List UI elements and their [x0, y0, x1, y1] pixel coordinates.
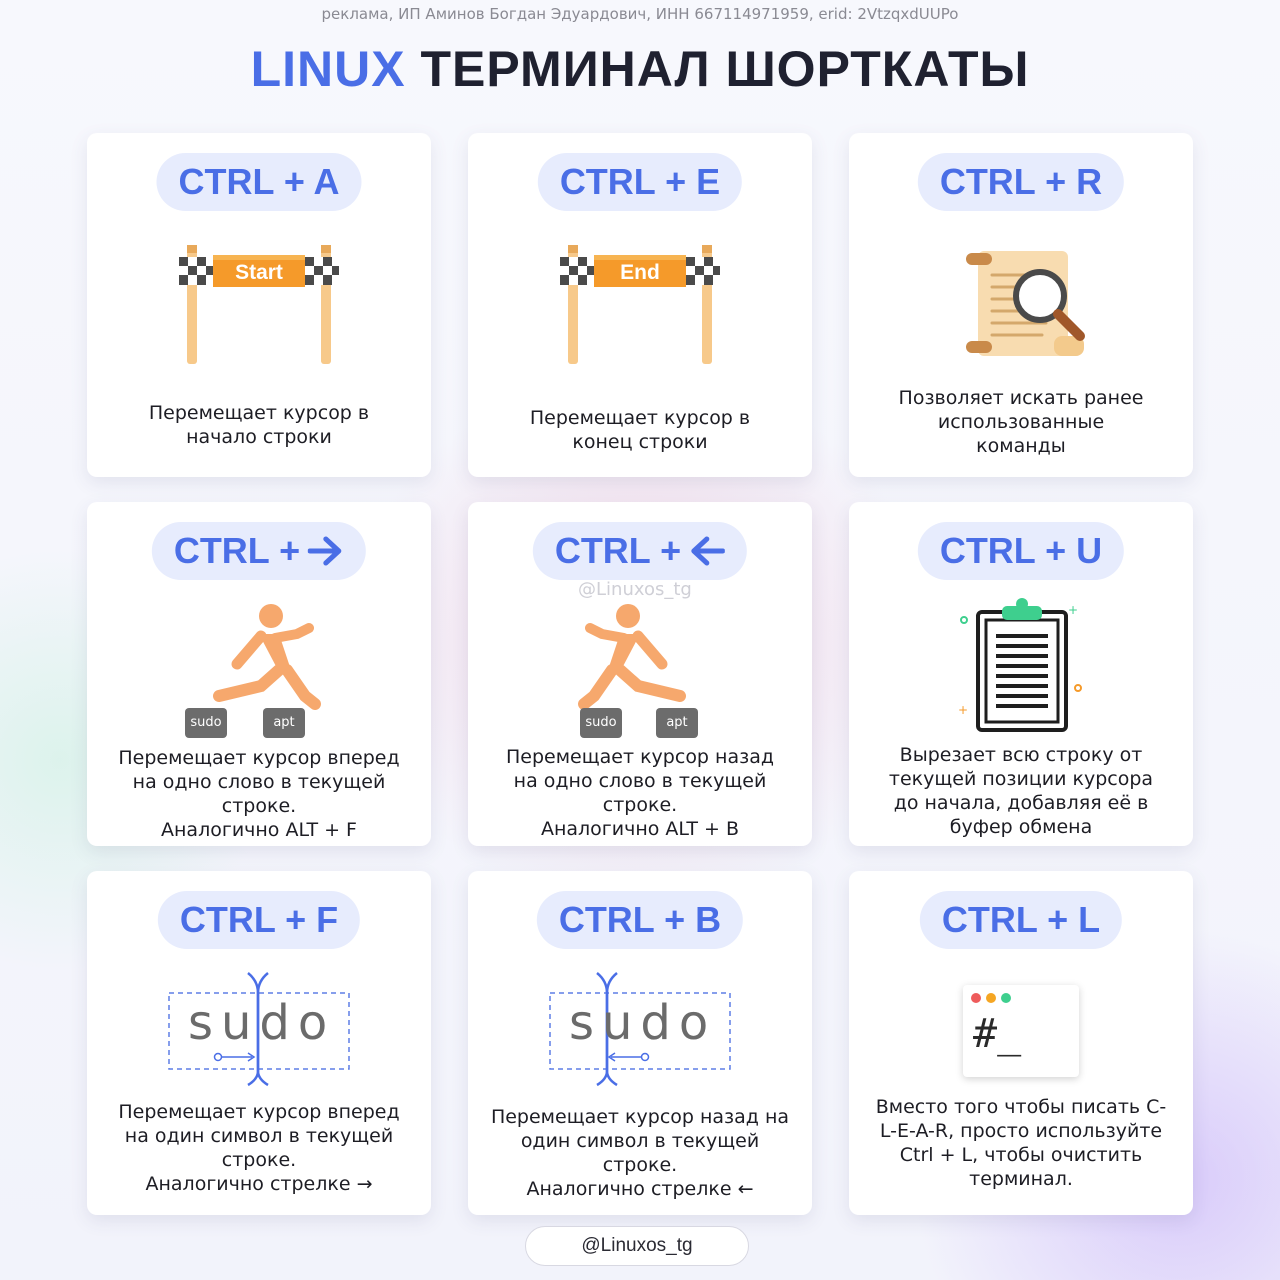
shortcut-card-ctrl-u: CTRL + U + + Вырезает всю строку от теку… — [849, 502, 1193, 846]
sudo-word: sudo — [569, 995, 717, 1051]
shortcut-description: Перемещает курсор назад на один символ в… — [490, 1106, 790, 1200]
shortcut-pill: CTRL + A — [156, 153, 362, 211]
shortcut-card-ctrl-b: CTRL + B sudo Перемещает курсор назад на… — [468, 871, 812, 1215]
title-accent: LINUX — [250, 41, 406, 97]
shortcut-description: Вырезает всю строку от текущей позиции к… — [888, 744, 1154, 838]
shortcut-pill: CTRL + U — [917, 522, 1125, 580]
right-arrow-icon — [308, 536, 342, 566]
terminal-prompt: #_ — [973, 1011, 1022, 1057]
shortcut-description: Перемещает курсор вперед на одно слово в… — [118, 747, 400, 841]
watermark: @Linuxos_tg — [578, 579, 692, 600]
minimize-dot-icon — [986, 993, 996, 1003]
shortcut-card-ctrl-e: CTRL + E End Перемещает курсор в конец с… — [468, 133, 812, 477]
shortcut-pill: CTRL + — [151, 522, 367, 580]
shortcut-pill: CTRL + R — [917, 153, 1125, 211]
title-rest: ТЕРМИНАЛ ШОРТКАТЫ — [420, 41, 1030, 97]
gate-label: Start — [235, 261, 283, 284]
shortcut-description: Перемещает курсор в конец строки — [529, 407, 751, 453]
apt-tag: apt — [656, 708, 698, 738]
apt-tag: apt — [263, 708, 305, 738]
shortcut-pill: CTRL + L — [919, 891, 1123, 949]
shortcut-card-ctrl-left: CTRL + sudo apt Перемещает курсор назад … — [468, 502, 812, 846]
cursor-backward-icon: sudo — [468, 971, 812, 1087]
shortcut-pill: CTRL + F — [157, 891, 361, 949]
shortcut-description: Позволяет искать ранее использованные ко… — [898, 387, 1144, 457]
shortcut-card-ctrl-a: CTRL + A Start Перемещает курсор в начал… — [87, 133, 431, 477]
svg-text:+: + — [1068, 603, 1078, 617]
shortcut-card-ctrl-f: CTRL + F sudo Перемещает курсор вперед н… — [87, 871, 431, 1215]
shortcut-pill: CTRL + B — [536, 891, 744, 949]
shortcut-description: Вместо того чтобы писать C- L-E-A-R, про… — [875, 1096, 1167, 1190]
shortcut-description: Перемещает курсор назад на одно слово в … — [506, 746, 774, 840]
scroll-magnifier-icon — [849, 241, 1193, 366]
page-title: LINUX ТЕРМИНАЛ ШОРТКАТЫ — [0, 40, 1280, 98]
gate-label: End — [620, 261, 660, 284]
start-gate-icon: Start — [87, 241, 431, 366]
runner-forward-icon: sudo apt — [87, 600, 431, 738]
terminal-window-icon: #_ — [849, 985, 1193, 1077]
shortcut-card-ctrl-l: CTRL + L #_ Вместо того чтобы писать C- … — [849, 871, 1193, 1215]
shortcut-description: Перемещает курсор вперед на один символ … — [118, 1101, 400, 1195]
footer-handle-badge[interactable]: @Linuxos_tg — [525, 1226, 749, 1266]
end-gate-icon: End — [468, 241, 812, 366]
close-dot-icon — [971, 993, 981, 1003]
shortcut-card-ctrl-right: CTRL + sudo apt Перемещает курсор вперед… — [87, 502, 431, 846]
svg-text:+: + — [958, 703, 968, 717]
sudo-tag: sudo — [185, 708, 227, 738]
cursor-forward-icon: sudo — [87, 971, 431, 1087]
shortcut-pill: CTRL + — [532, 522, 748, 580]
ad-disclaimer: реклама, ИП Аминов Богдан Эдуардович, ИН… — [321, 5, 959, 23]
runner-backward-icon: sudo apt — [468, 600, 812, 738]
clipboard-icon: + + — [849, 596, 1193, 736]
shortcut-description: Перемещает курсор в начало строки — [148, 402, 370, 448]
left-arrow-icon — [691, 536, 726, 566]
shortcut-card-ctrl-r: CTRL + R Позволяет искать ранее использо… — [849, 133, 1193, 477]
maximize-dot-icon — [1001, 993, 1011, 1003]
sudo-tag: sudo — [580, 708, 622, 738]
sudo-word: sudo — [188, 995, 336, 1051]
shortcut-pill: CTRL + E — [537, 153, 743, 211]
